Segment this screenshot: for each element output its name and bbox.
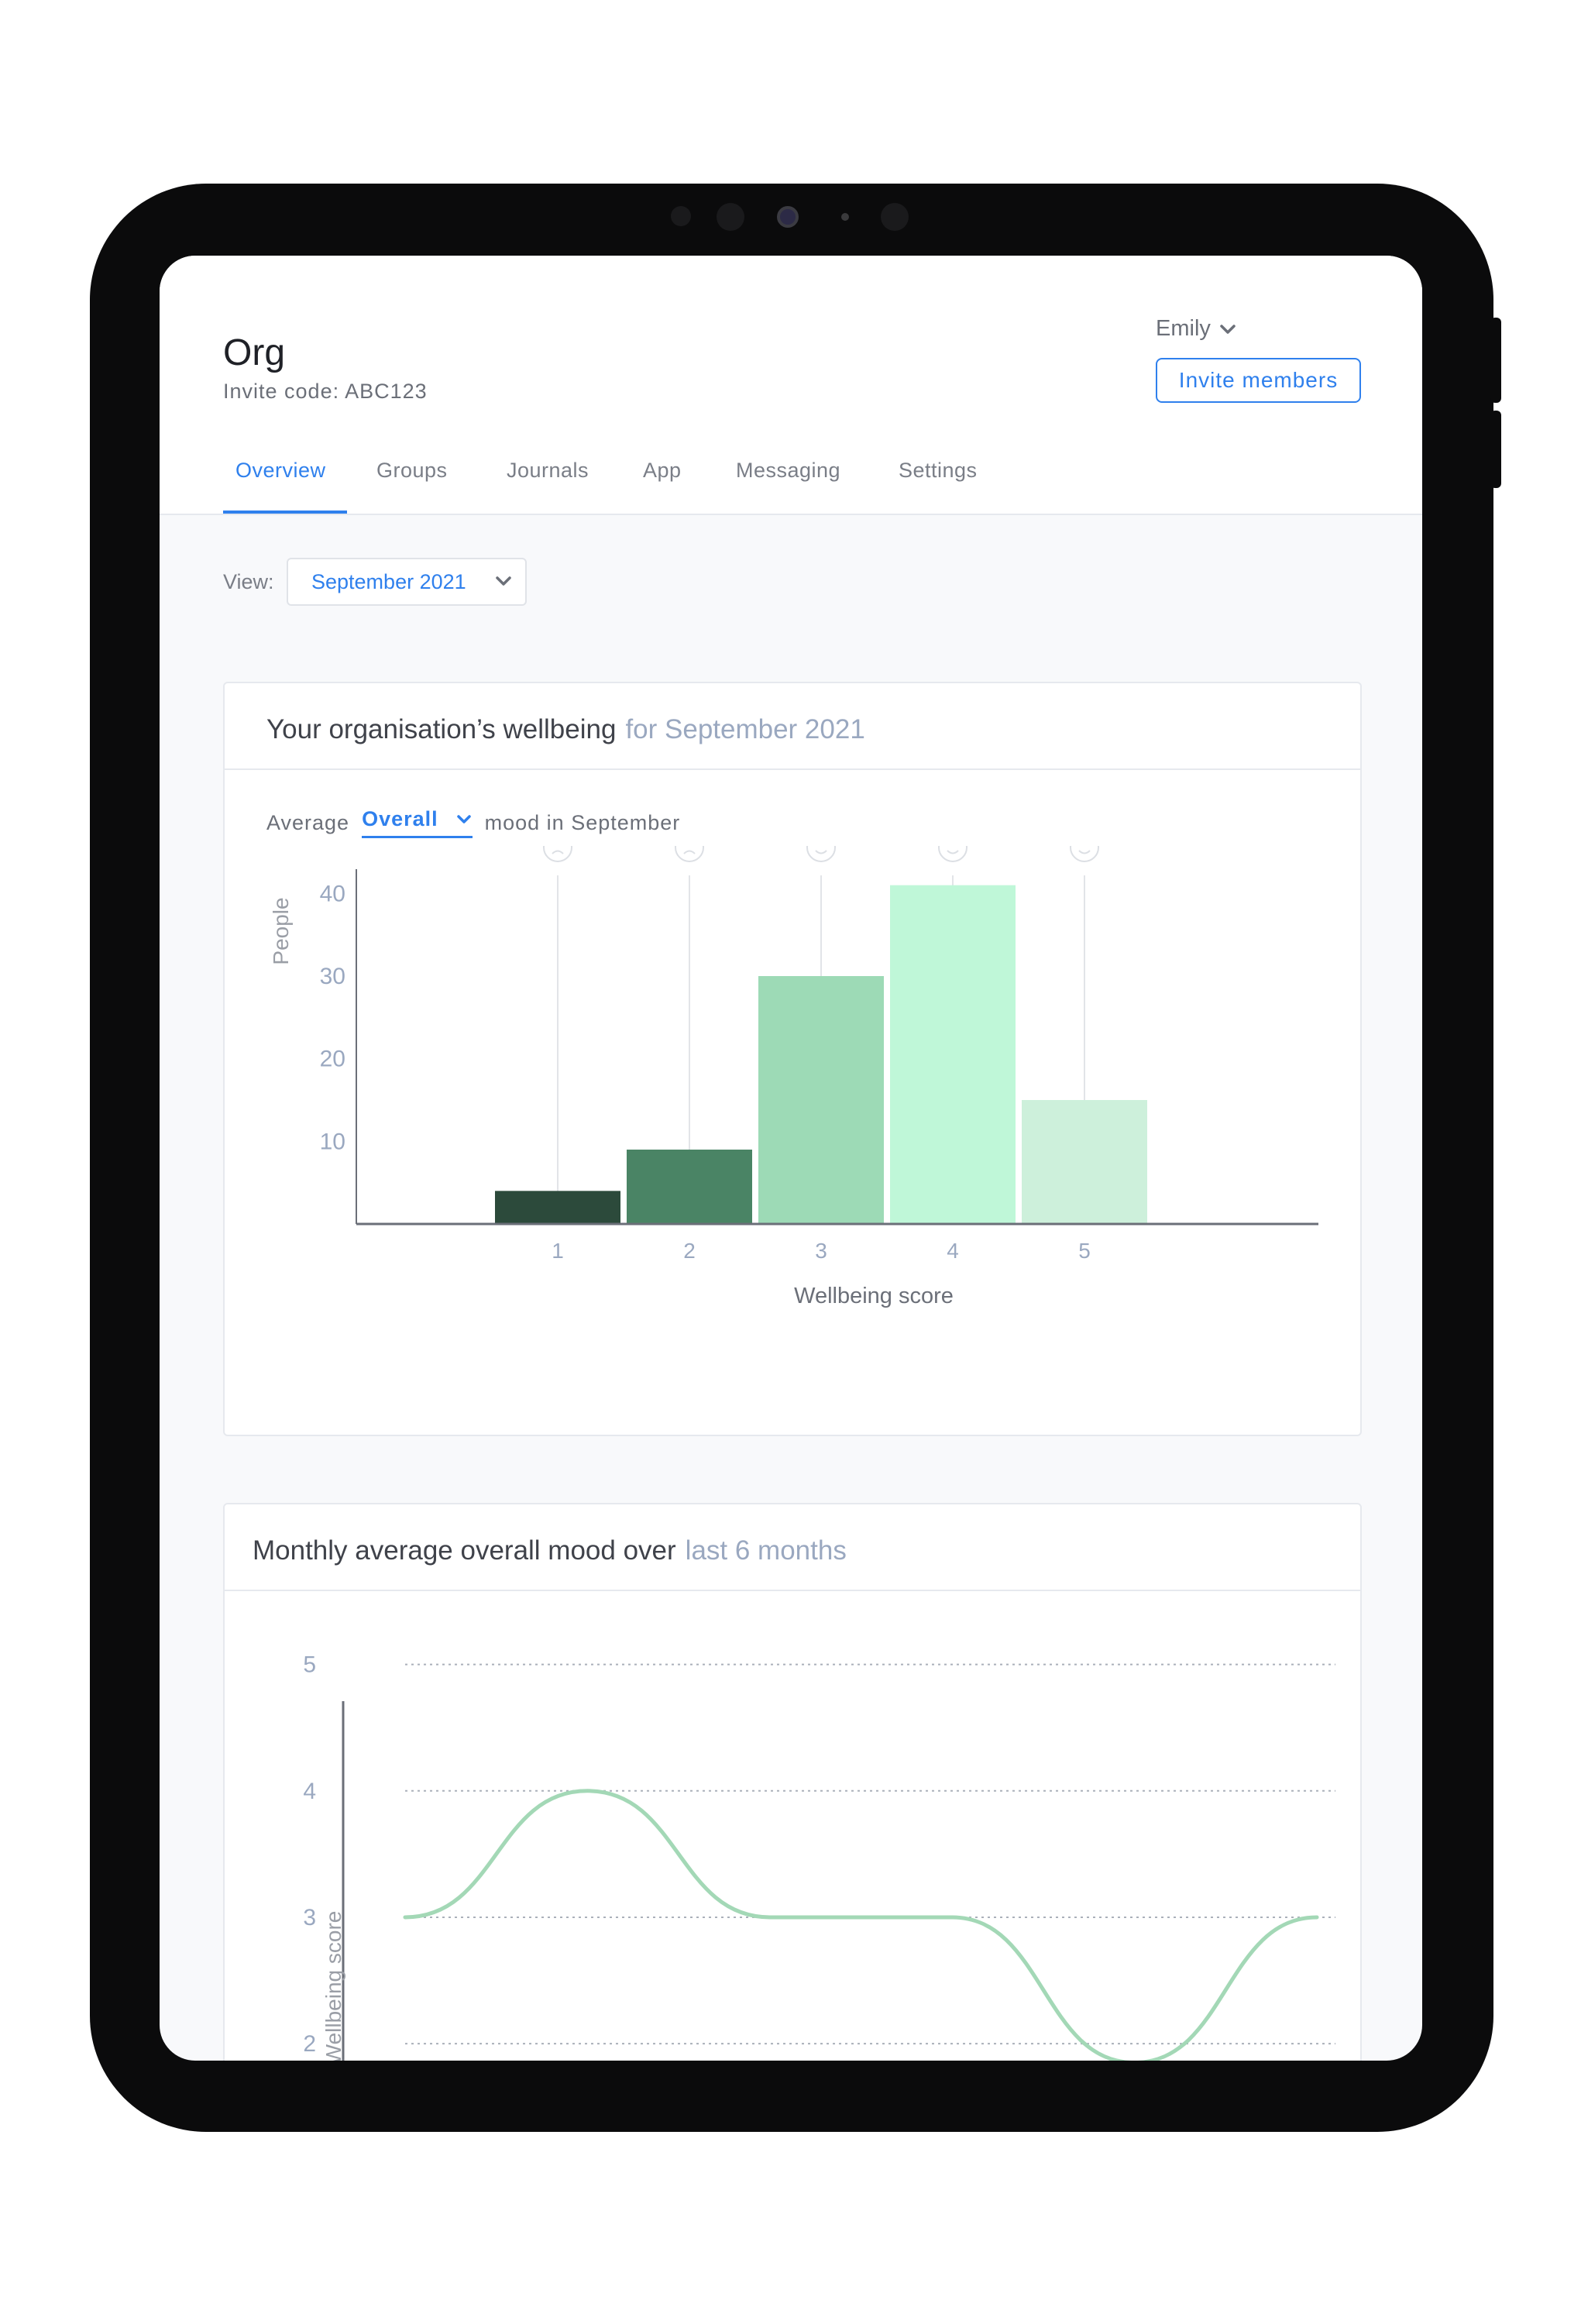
wellbeing-title-period: for September 2021: [625, 714, 865, 744]
mood-trend-card: Monthly average overall mood over last 6 …: [223, 1503, 1362, 2061]
x-tick-label: 4: [947, 1239, 959, 1263]
sensor-3: [841, 213, 849, 221]
x-tick-label: 5: [1078, 1239, 1091, 1263]
y-axis-label: People: [269, 897, 293, 964]
chevron-down-icon: [1220, 324, 1236, 334]
tab-groups[interactable]: Groups: [376, 459, 448, 483]
y-tick-label: 3: [303, 1905, 316, 1930]
metric-select[interactable]: Overall: [362, 807, 473, 838]
x-tick-label: 2: [683, 1239, 696, 1263]
y-tick-label: 2: [303, 2031, 316, 2057]
volume-up-button: [1490, 318, 1501, 403]
view-month-select[interactable]: September 2021: [287, 558, 527, 606]
invite-members-button[interactable]: Invite members: [1156, 358, 1361, 403]
metric-suffix: mood in September: [484, 810, 681, 834]
x-tick-label: 1: [552, 1239, 564, 1263]
wellbeing-card-title: Your organisation’s wellbeing for Septemb…: [266, 714, 865, 745]
mood-face-icon: [1070, 846, 1099, 862]
x-tick-label: 3: [815, 1239, 827, 1263]
volume-down-button: [1490, 411, 1501, 488]
mood-trend-line: [403, 1789, 1319, 2061]
tab-app[interactable]: App: [643, 459, 682, 483]
wellbeing-bar-chart: 1 2 3 4 5 10 20 30 40 Wellbeing score People: [269, 846, 1318, 1308]
mood-face-icon: [675, 846, 704, 862]
wellbeing-card: Your organisation’s wellbeing for Septemb…: [223, 682, 1362, 1436]
app-screen: Org Invite code: ABC123 Emily Invite mem…: [160, 256, 1422, 2061]
metric-selected-value: Overall: [362, 807, 438, 830]
user-name: Emily: [1156, 316, 1211, 341]
bar-score-2: [627, 1150, 752, 1224]
org-title: Org: [223, 332, 286, 373]
tab-overview[interactable]: Overview: [235, 459, 326, 483]
bar-score-3: [758, 976, 884, 1224]
tab-settings[interactable]: Settings: [899, 459, 978, 483]
user-menu[interactable]: Emily: [1156, 316, 1237, 342]
y-axis-label: Wellbeing score: [321, 1911, 345, 2061]
mood-trend-card-header: Monthly average overall mood over last 6 …: [225, 1504, 1360, 1591]
sensor-4: [881, 203, 909, 231]
tab-messaging[interactable]: Messaging: [736, 459, 840, 483]
x-axis-label: Wellbeing score: [794, 1284, 954, 1308]
mood-trend-card-title: Monthly average overall mood over last 6 …: [253, 1535, 847, 1566]
bar-score-5: [1022, 1100, 1147, 1224]
mood-trend-title-period: last 6 months: [685, 1535, 847, 1566]
y-tick-label: 30: [320, 964, 345, 989]
mood-trend-line-chart: 2 3 4 5 Wellbeing score: [303, 1652, 1335, 2061]
view-label: View:: [223, 570, 274, 593]
bar-score-1: [495, 1191, 620, 1224]
view-selected-value: September 2021: [311, 569, 466, 593]
camera-lens: [777, 206, 799, 228]
bar-score-4: [890, 885, 1016, 1224]
mood-trend-title-text: Monthly average overall mood over: [253, 1535, 676, 1566]
average-metric-row: Average Overall mood in September: [266, 807, 680, 838]
y-tick-label: 40: [320, 881, 345, 906]
tab-journals[interactable]: Journals: [507, 459, 589, 483]
chevron-down-icon: [456, 814, 471, 823]
chevron-down-icon: [496, 576, 511, 586]
y-tick-label: 4: [303, 1779, 316, 1804]
sensor-1: [671, 206, 691, 226]
y-tick-label: 10: [320, 1129, 345, 1154]
page-header: Org Invite code: ABC123 Emily Invite mem…: [160, 256, 1422, 515]
wellbeing-title-text: Your organisation’s wellbeing: [266, 714, 617, 744]
mood-face-icon: [806, 846, 836, 862]
wellbeing-card-header: Your organisation’s wellbeing for Septemb…: [225, 683, 1360, 770]
mood-face-icon: [938, 846, 968, 862]
invite-code: Invite code: ABC123: [223, 380, 428, 403]
sensor-2: [717, 203, 744, 231]
average-label: Average: [266, 810, 350, 834]
y-tick-label: 5: [303, 1652, 316, 1678]
mood-face-icon: [543, 846, 572, 862]
active-tab-indicator: [223, 511, 347, 514]
y-tick-label: 20: [320, 1047, 345, 1072]
